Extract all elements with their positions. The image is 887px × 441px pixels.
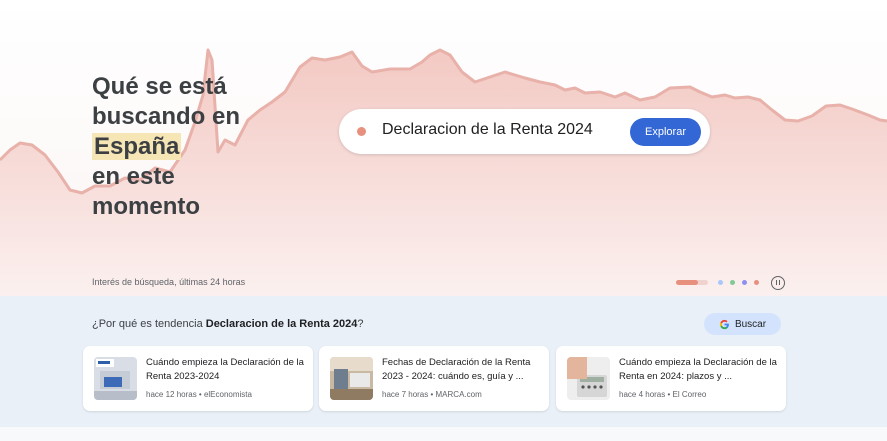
headline-line-1: Qué se está bbox=[92, 73, 227, 100]
article-source: elEconomista bbox=[203, 390, 252, 399]
pause-icon[interactable] bbox=[771, 276, 785, 290]
article-meta: hace 7 horas • MARCA.com bbox=[382, 390, 482, 399]
trend-color-dot bbox=[357, 127, 366, 136]
trending-term: Declaracion de la Renta 2024 bbox=[382, 121, 593, 138]
pager-dot-4[interactable] bbox=[754, 280, 759, 285]
why-trending-heading: ¿Por qué es tendencia Declaracion de la … bbox=[92, 318, 364, 330]
article-card[interactable]: Cuándo empieza la Declaración de la Rent… bbox=[556, 346, 786, 411]
google-search-label: Buscar bbox=[734, 318, 767, 330]
article-meta: hace 12 horas • elEconomista bbox=[146, 390, 252, 399]
article-source: MARCA.com bbox=[435, 390, 482, 399]
headline-line-2: buscando en bbox=[92, 103, 241, 130]
article-time: hace 12 horas bbox=[146, 390, 197, 399]
headline-line-4: momento bbox=[92, 193, 200, 220]
pager-dot-3[interactable] bbox=[742, 280, 747, 285]
why-trending-section: ¿Por qué es tendencia Declaracion de la … bbox=[0, 296, 887, 427]
article-title: Cuándo empieza la Declaración de la Rent… bbox=[146, 357, 304, 382]
google-g-icon bbox=[719, 319, 729, 329]
page-footer-strip bbox=[0, 427, 887, 441]
pager-dot-1[interactable] bbox=[718, 280, 723, 285]
explore-button[interactable]: Explorar bbox=[630, 118, 701, 146]
why-prefix: ¿Por qué es tendencia bbox=[92, 318, 206, 330]
article-source: El Correo bbox=[672, 390, 707, 399]
page-headline: Qué se está buscando en España en este m… bbox=[92, 72, 282, 222]
pager-active-indicator[interactable] bbox=[676, 280, 708, 285]
interest-caption: Interés de búsqueda, últimas 24 horas bbox=[92, 277, 246, 287]
location-highlight[interactable]: España bbox=[92, 133, 182, 160]
trending-term-card[interactable]: Declaracion de la Renta 2024 Explorar bbox=[339, 109, 710, 154]
headline-line-3: en este bbox=[92, 163, 175, 190]
google-search-button[interactable]: Buscar bbox=[704, 313, 781, 335]
article-time: hace 4 horas bbox=[619, 390, 666, 399]
article-meta: hace 4 horas • El Correo bbox=[619, 390, 707, 399]
article-time: hace 7 horas bbox=[382, 390, 429, 399]
article-title: Cuándo empieza la Declaración de la Rent… bbox=[619, 357, 777, 382]
article-thumbnail bbox=[567, 357, 610, 400]
article-title: Fechas de Declaración de la Renta 2023 -… bbox=[382, 357, 531, 382]
article-card[interactable]: Fechas de Declaración de la Renta 2023 -… bbox=[319, 346, 549, 411]
why-term: Declaracion de la Renta 2024 bbox=[205, 318, 358, 330]
pager-dot-2[interactable] bbox=[730, 280, 735, 285]
carousel-pager bbox=[676, 276, 791, 290]
trend-hero: Qué se está buscando en España en este m… bbox=[0, 0, 887, 296]
article-thumbnail bbox=[330, 357, 373, 400]
why-suffix: ? bbox=[357, 318, 364, 330]
article-thumbnail bbox=[94, 357, 137, 400]
article-card[interactable]: Cuándo empieza la Declaración de la Rent… bbox=[83, 346, 313, 411]
